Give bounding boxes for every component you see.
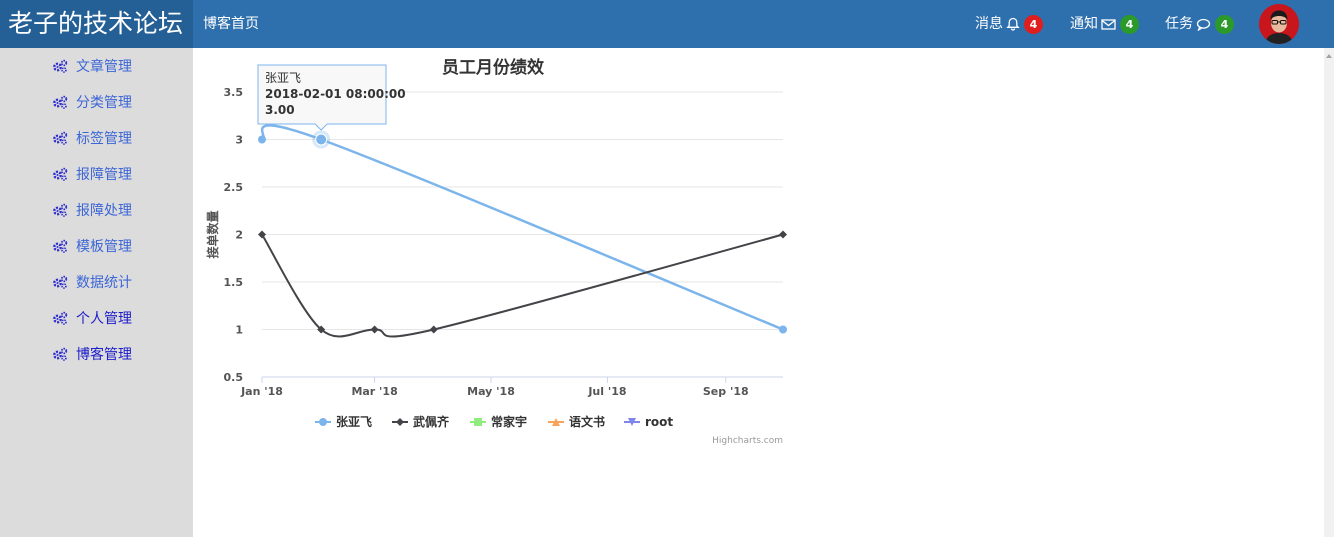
chart-title: 员工月份绩效 <box>442 57 544 77</box>
scroll-up-arrow-icon[interactable] <box>1326 54 1332 58</box>
series-line <box>261 233 784 338</box>
sidebar-item-trouble-handling[interactable]: 报障处理 <box>52 200 132 220</box>
x-tick-label: May '18 <box>467 385 515 398</box>
data-point[interactable] <box>429 325 438 334</box>
legend-label: 武佩齐 <box>413 414 450 429</box>
legend-item[interactable]: 语文书 <box>548 414 605 429</box>
legend-label: root <box>645 415 673 429</box>
data-point[interactable] <box>779 230 787 239</box>
sidebar-item-personal[interactable]: 个人管理 <box>52 308 132 328</box>
sidebar-item-templates[interactable]: 模板管理 <box>52 236 132 256</box>
y-tick-label: 2 <box>235 229 243 242</box>
y-tick-label: 2.5 <box>224 181 244 194</box>
cogs-icon <box>53 59 68 73</box>
sidebar-item-label: 标签管理 <box>76 131 132 147</box>
legend-label: 张亚飞 <box>336 414 372 429</box>
sidebar-item-label: 报障管理 <box>76 167 132 183</box>
cogs-icon <box>53 131 68 145</box>
x-tick-label: Jul '18 <box>587 385 626 398</box>
tooltip-series: 张亚飞 <box>265 71 301 85</box>
y-tick-label: 3.5 <box>224 86 244 99</box>
performance-chart: 员工月份绩效 0.5 1 1.5 2 2.5 3 3.5 接单数量 Jan '18 Mar '18 M… <box>205 57 787 446</box>
legend-label: 语文书 <box>569 414 605 429</box>
tooltip-date: 2018-02-01 08:00:00 <box>265 87 406 101</box>
cogs-icon <box>53 275 68 289</box>
sidebar-item-label: 分类管理 <box>76 95 132 111</box>
legend-label: 常家宇 <box>491 414 527 429</box>
legend-item[interactable]: 常家宇 <box>470 414 527 429</box>
tasks-badge: 4 <box>1215 14 1234 34</box>
y-tick-label: 1.5 <box>224 276 244 289</box>
cogs-icon <box>53 167 68 181</box>
x-tick-label: Mar '18 <box>351 385 397 398</box>
y-tick-label: 3 <box>235 134 243 147</box>
top-navbar: 老子的技术论坛 博客首页 消息 4 通知 4 任务 4 <box>0 0 1334 48</box>
data-point[interactable] <box>370 325 379 334</box>
vertical-scrollbar[interactable] <box>1324 48 1334 537</box>
x-tick-label: Sep '18 <box>703 385 749 398</box>
sidebar-item-articles[interactable]: 文章管理 <box>52 56 132 76</box>
hovered-point[interactable] <box>315 133 328 146</box>
x-tick-label: Jan '18 <box>240 385 283 398</box>
user-avatar[interactable] <box>1259 4 1299 44</box>
y-tick-label: 1 <box>235 324 243 337</box>
sidebar-item-categories[interactable]: 分类管理 <box>52 92 132 112</box>
site-brand[interactable]: 老子的技术论坛 <box>0 0 193 48</box>
cogs-icon <box>53 95 68 109</box>
y-axis-title: 接单数量 <box>205 210 220 258</box>
sidebar: 文章管理 分类管理 标签管理 报障管理 报障处理 模板管理 数据统计 个人管理 … <box>0 48 193 537</box>
cogs-icon <box>53 203 68 217</box>
envelope-icon <box>1101 18 1116 30</box>
messages-nav[interactable]: 消息 4 <box>975 0 1043 48</box>
notices-label: 通知 <box>1070 16 1098 32</box>
sidebar-item-label: 数据统计 <box>76 275 132 291</box>
cogs-icon <box>53 311 68 325</box>
series-line <box>260 124 784 331</box>
cogs-icon <box>53 347 68 361</box>
messages-badge: 4 <box>1024 14 1043 34</box>
legend-item[interactable]: root <box>624 415 673 429</box>
sidebar-item-label: 模板管理 <box>76 239 132 255</box>
tooltip-value: 3.00 <box>265 103 295 117</box>
cogs-icon <box>53 239 68 253</box>
tasks-nav[interactable]: 任务 4 <box>1165 0 1234 48</box>
messages-label: 消息 <box>975 16 1003 32</box>
tasks-label: 任务 <box>1165 16 1193 32</box>
notices-badge: 4 <box>1120 14 1139 34</box>
legend-item[interactable]: 武佩齐 <box>392 414 450 429</box>
sidebar-item-label: 文章管理 <box>76 59 132 75</box>
sidebar-item-label: 博客管理 <box>76 347 132 363</box>
sidebar-item-blog[interactable]: 博客管理 <box>52 344 132 364</box>
sidebar-item-trouble-reports[interactable]: 报障管理 <box>52 164 132 184</box>
sidebar-item-tags[interactable]: 标签管理 <box>52 128 132 148</box>
sidebar-item-label: 个人管理 <box>76 311 132 327</box>
notices-nav[interactable]: 通知 4 <box>1070 0 1139 48</box>
chart-tooltip: 张亚飞 2018-02-01 08:00:00 3.00 <box>257 64 406 131</box>
highcharts-credits[interactable]: Highcharts.com <box>712 436 783 446</box>
sidebar-item-label: 报障处理 <box>76 203 132 219</box>
sidebar-item-statistics[interactable]: 数据统计 <box>52 272 132 292</box>
comment-icon <box>1196 18 1211 31</box>
y-tick-label: 0.5 <box>224 371 244 384</box>
bell-icon <box>1006 17 1020 31</box>
legend-item[interactable]: 张亚飞 <box>315 414 372 429</box>
data-point[interactable] <box>779 325 787 334</box>
data-point[interactable] <box>258 135 266 144</box>
blog-home-link[interactable]: 博客首页 <box>203 0 259 48</box>
